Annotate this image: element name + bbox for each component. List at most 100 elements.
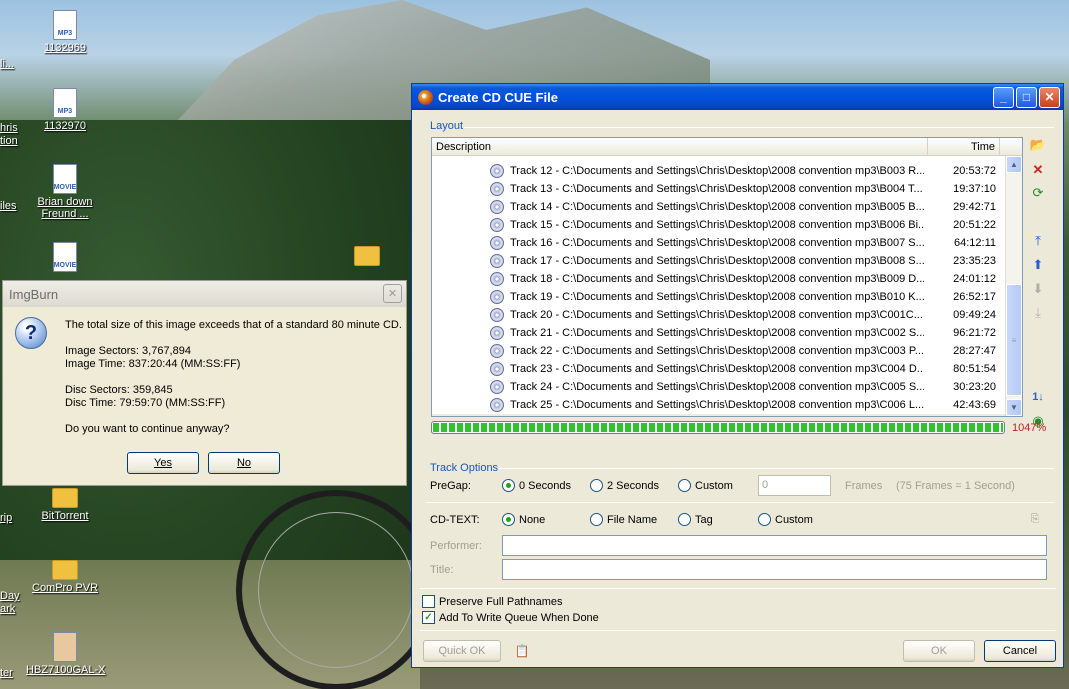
audio-cd-icon bbox=[490, 326, 504, 340]
track-row[interactable]: Track 22 - C:\Documents and Settings\Chr… bbox=[432, 342, 1006, 360]
wallpaper-bike-spokes bbox=[258, 512, 414, 668]
desktop-icon-1132970[interactable]: MP3 1132970 bbox=[40, 88, 90, 132]
cue-window-titlebar[interactable]: Create CD CUE File _ □ ✕ bbox=[412, 84, 1063, 110]
copy-cdtext-icon[interactable]: ⎘ bbox=[1026, 510, 1044, 528]
desktop-edge-label[interactable]: li... bbox=[0, 58, 14, 70]
cancel-button[interactable]: Cancel bbox=[984, 640, 1056, 662]
progress-percent: 1047% bbox=[1012, 422, 1047, 434]
track-row[interactable]: Track 17 - C:\Documents and Settings\Chr… bbox=[432, 252, 1006, 270]
desktop-edge-label[interactable]: rip bbox=[0, 512, 12, 524]
scroll-up-button[interactable]: ▲ bbox=[1006, 156, 1022, 173]
track-row[interactable]: Track 16 - C:\Documents and Settings\Chr… bbox=[432, 234, 1006, 252]
radio-dot bbox=[502, 513, 515, 526]
pregap-frames-input[interactable]: 0 bbox=[758, 475, 831, 496]
track-row[interactable]: Track 20 - C:\Documents and Settings\Chr… bbox=[432, 306, 1006, 324]
desktop-icon-bittorrent[interactable]: BitTorrent bbox=[38, 488, 92, 522]
clipboard-icon[interactable]: 📋 bbox=[513, 642, 531, 660]
desktop-edge-label[interactable]: Day bbox=[0, 590, 20, 602]
delete-icon[interactable]: ✕ bbox=[1029, 161, 1047, 179]
pregap-2-seconds-radio[interactable]: 2 Seconds bbox=[590, 479, 659, 492]
track-row[interactable]: Track 21 - C:\Documents and Settings\Chr… bbox=[432, 324, 1006, 342]
track-description: Track 21 - C:\Documents and Settings\Chr… bbox=[510, 327, 924, 339]
track-row[interactable]: Track 19 - C:\Documents and Settings\Chr… bbox=[432, 288, 1006, 306]
performer-input[interactable] bbox=[502, 535, 1047, 556]
radio-dot bbox=[678, 513, 691, 526]
track-row[interactable]: Track 23 - C:\Documents and Settings\Chr… bbox=[432, 360, 1006, 378]
column-description[interactable]: Description bbox=[432, 138, 928, 155]
frames-hint: (75 Frames = 1 Second) bbox=[896, 480, 1015, 492]
quick-ok-button[interactable]: Quick OK bbox=[423, 640, 501, 662]
track-time: 96:21:72 bbox=[953, 327, 996, 339]
msgbox-close-button[interactable]: ✕ bbox=[383, 284, 402, 303]
audio-cd-icon bbox=[490, 164, 504, 178]
move-to-top-icon[interactable]: ⤒ bbox=[1029, 232, 1047, 250]
desktop-edge-label[interactable]: ter bbox=[0, 667, 13, 679]
track-time: 28:27:47 bbox=[953, 345, 996, 357]
msgbox-titlebar[interactable]: ImgBurn bbox=[3, 281, 406, 307]
scroll-thumb[interactable]: ≡ bbox=[1006, 284, 1022, 396]
scroll-down-button[interactable]: ▼ bbox=[1006, 399, 1022, 416]
cdtext-custom-radio[interactable]: Custom bbox=[758, 513, 813, 526]
track-row[interactable]: Track 18 - C:\Documents and Settings\Chr… bbox=[432, 270, 1006, 288]
ok-button[interactable]: OK bbox=[903, 640, 975, 662]
desktop-edge-label[interactable]: ark bbox=[0, 603, 15, 615]
desktop-icon-1132969[interactable]: MP3 1132969 bbox=[40, 10, 90, 54]
track-row[interactable]: Track 24 - C:\Documents and Settings\Chr… bbox=[432, 378, 1006, 396]
cdtext-none-radio[interactable]: None bbox=[502, 513, 545, 526]
cdtext-file-name-radio[interactable]: File Name bbox=[590, 513, 657, 526]
pregap-0-seconds-radio[interactable]: 0 Seconds bbox=[502, 479, 571, 492]
title-input[interactable] bbox=[502, 559, 1047, 580]
audio-cd-icon bbox=[490, 308, 504, 322]
track-row[interactable]: Track 12 - C:\Documents and Settings\Chr… bbox=[432, 162, 1006, 180]
minimize-button[interactable]: _ bbox=[993, 86, 1014, 108]
radio-label: Custom bbox=[775, 513, 813, 526]
pregap-custom-radio[interactable]: Custom bbox=[678, 479, 733, 492]
checkbox-box: ✓ bbox=[422, 611, 435, 624]
msg-image-time: Image Time: 837:20:44 (MM:SS:FF) bbox=[65, 358, 241, 370]
checkbox-box bbox=[422, 595, 435, 608]
track-description: Track 16 - C:\Documents and Settings\Chr… bbox=[510, 237, 924, 249]
desktop-edge-label[interactable]: hris bbox=[0, 122, 18, 134]
desktop-icon-compro-pvr[interactable]: ComPro PVR bbox=[32, 560, 98, 594]
yes-button[interactable]: Yes bbox=[127, 452, 199, 474]
track-description: Track 22 - C:\Documents and Settings\Chr… bbox=[510, 345, 924, 357]
audio-cd-icon bbox=[490, 200, 504, 214]
performer-label: Performer: bbox=[430, 540, 482, 552]
radio-label: 2 Seconds bbox=[607, 479, 659, 492]
track-list[interactable]: Description Time Track 12 - C:\Documents… bbox=[431, 137, 1023, 417]
desktop-edge-label[interactable]: tion bbox=[0, 135, 18, 147]
desktop-icon-hbz7100gal-x[interactable]: HBZ7100GAL-X bbox=[26, 632, 106, 676]
close-button[interactable]: ✕ bbox=[1039, 86, 1060, 108]
refresh-icon[interactable]: ⟳ bbox=[1029, 184, 1047, 202]
desktop-edge-label[interactable]: iles bbox=[0, 200, 17, 212]
move-up-icon[interactable]: ⬆ bbox=[1029, 256, 1047, 274]
cdtext-tag-radio[interactable]: Tag bbox=[678, 513, 713, 526]
move-to-bottom-icon[interactable]: ⤓ bbox=[1029, 304, 1047, 322]
shortcut-folder-icon bbox=[52, 560, 78, 580]
movie-file-icon: MOVIE bbox=[53, 242, 77, 272]
track-description: Track 14 - C:\Documents and Settings\Chr… bbox=[510, 201, 924, 213]
desktop-icon-label: ComPro PVR bbox=[32, 582, 99, 594]
desktop-icon-brian-down-freund[interactable]: MOVIE Brian down Freund ... bbox=[34, 164, 96, 220]
desktop-icon-movie[interactable]: MOVIE bbox=[40, 242, 90, 274]
column-time[interactable]: Time bbox=[928, 138, 1000, 155]
sort-icon[interactable]: 1↓ bbox=[1029, 388, 1047, 406]
preserve-pathnames-checkbox[interactable]: Preserve Full Pathnames bbox=[422, 595, 563, 608]
pregap-label: PreGap: bbox=[430, 480, 471, 492]
track-list-scrollbar[interactable]: ▲ ≡ ▼ bbox=[1005, 156, 1022, 416]
track-row[interactable]: Track 13 - C:\Documents and Settings\Chr… bbox=[432, 180, 1006, 198]
track-row[interactable]: Track 15 - C:\Documents and Settings\Chr… bbox=[432, 216, 1006, 234]
desktop-icon-label: HBZ7100GAL-X bbox=[26, 664, 106, 676]
desktop-icon-folder[interactable] bbox=[352, 246, 382, 268]
move-down-icon[interactable]: ⬇ bbox=[1029, 280, 1047, 298]
track-row[interactable]: Track 25 - C:\Documents and Settings\Chr… bbox=[432, 396, 1006, 414]
track-row[interactable]: Track 14 - C:\Documents and Settings\Chr… bbox=[432, 198, 1006, 216]
track-row[interactable]: Track 26 - C:\Documents and Settings\Chr… bbox=[432, 414, 1006, 416]
window-title: Create CD CUE File bbox=[438, 89, 558, 105]
track-description: Track 19 - C:\Documents and Settings\Chr… bbox=[510, 291, 924, 303]
open-folder-icon[interactable]: 📂 bbox=[1029, 136, 1047, 154]
add-to-write-queue-checkbox[interactable]: ✓ Add To Write Queue When Done bbox=[422, 611, 599, 624]
no-button[interactable]: No bbox=[208, 452, 280, 474]
maximize-button[interactable]: □ bbox=[1016, 86, 1037, 108]
footer-divider bbox=[420, 630, 1056, 631]
